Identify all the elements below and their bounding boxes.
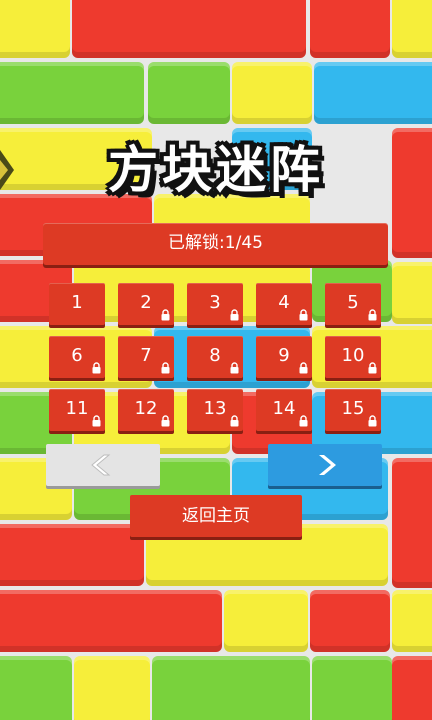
level-button-8[interactable]: 8 [187, 336, 243, 378]
level-button-3[interactable]: 3 [187, 283, 243, 325]
level-button-4[interactable]: 4 [256, 283, 312, 325]
level-number: 13 [203, 398, 227, 419]
lock-icon [368, 415, 377, 427]
lock-icon [230, 309, 239, 321]
prev-page-button[interactable] [46, 444, 160, 486]
level-button-7[interactable]: 7 [118, 336, 174, 378]
level-button-9[interactable]: 9 [256, 336, 312, 378]
level-number: 3 [209, 292, 221, 313]
level-button-5[interactable]: 5 [325, 283, 381, 325]
level-number: 5 [347, 292, 359, 313]
chevron-left-icon [91, 454, 111, 476]
level-number: 7 [140, 345, 152, 366]
level-button-13[interactable]: 13 [187, 389, 243, 431]
level-button-12[interactable]: 12 [118, 389, 174, 431]
level-number: 15 [341, 398, 365, 419]
level-number: 1 [71, 292, 83, 313]
level-button-11[interactable]: 11 [49, 389, 105, 431]
lock-icon [161, 362, 170, 374]
level-number: 10 [341, 345, 365, 366]
level-button-2[interactable]: 2 [118, 283, 174, 325]
lock-icon [299, 309, 308, 321]
lock-icon [161, 309, 170, 321]
chevron-right-icon [319, 455, 336, 475]
level-button-14[interactable]: 14 [256, 389, 312, 431]
level-number: 14 [272, 398, 296, 419]
game-title: 方块迷阵 [108, 141, 324, 199]
next-page-button[interactable] [268, 444, 382, 486]
home-button[interactable]: 返回主页 [130, 495, 302, 537]
level-number: 2 [140, 292, 152, 313]
level-number: 9 [278, 345, 290, 366]
level-button-6[interactable]: 6 [49, 336, 105, 378]
level-number: 6 [71, 345, 83, 366]
lock-icon [92, 415, 101, 427]
edge-ornament-icon [0, 150, 14, 190]
level-number: 12 [134, 398, 158, 419]
lock-icon [161, 415, 170, 427]
lock-icon [230, 362, 239, 374]
level-number: 11 [65, 398, 89, 419]
level-number: 8 [209, 345, 221, 366]
level-button-10[interactable]: 10 [325, 336, 381, 378]
lock-icon [368, 362, 377, 374]
lock-icon [299, 415, 308, 427]
level-number: 4 [278, 292, 290, 313]
lock-icon [299, 362, 308, 374]
level-button-15[interactable]: 15 [325, 389, 381, 431]
lock-icon [230, 415, 239, 427]
level-button-1[interactable]: 1 [49, 283, 105, 325]
lock-icon [368, 309, 377, 321]
unlocked-progress: 已解锁:1/45 [43, 223, 388, 265]
lock-icon [92, 362, 101, 374]
